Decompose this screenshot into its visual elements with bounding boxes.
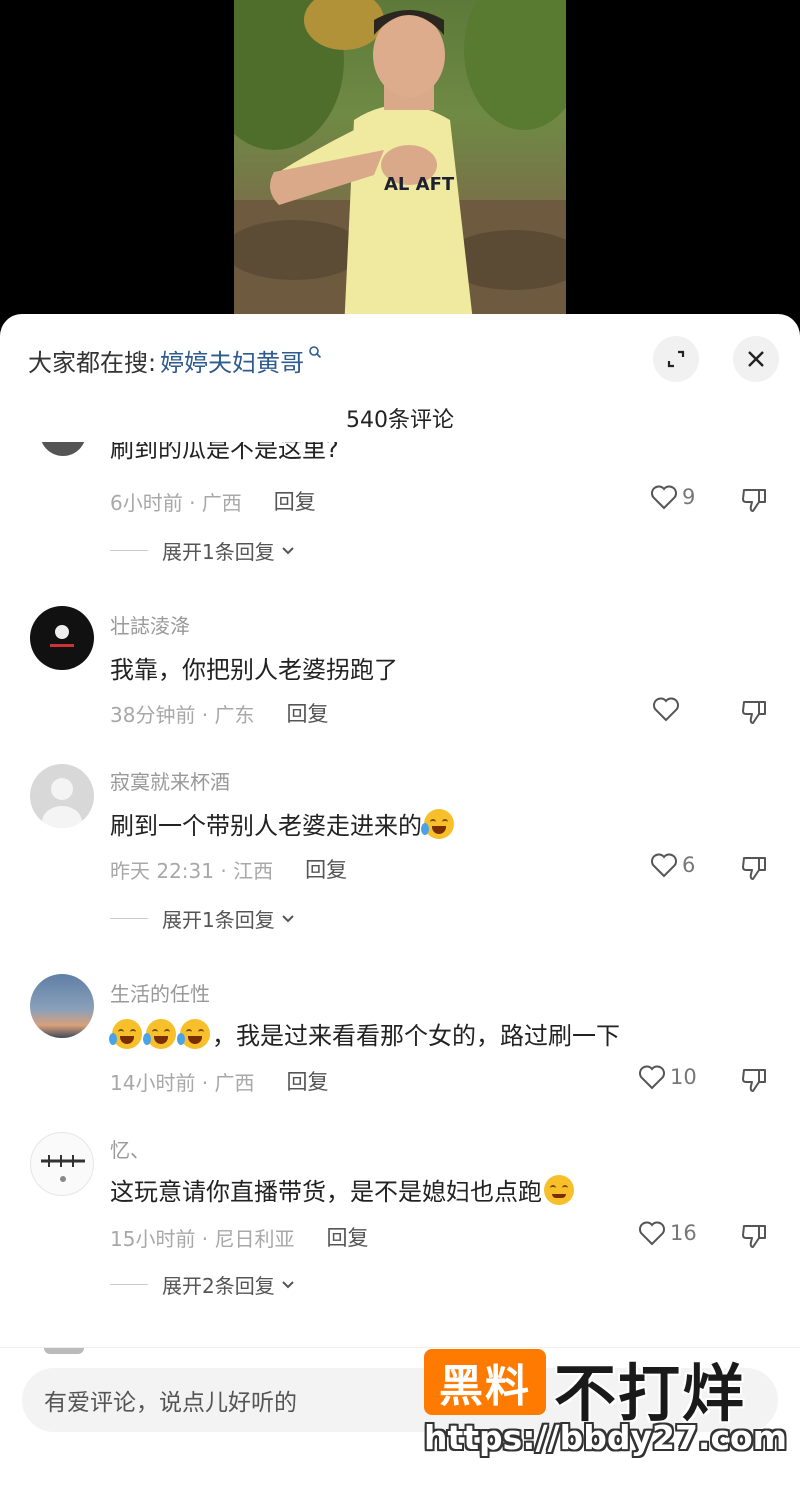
avatar[interactable] xyxy=(40,442,86,460)
like-button[interactable]: 6 xyxy=(650,852,695,878)
video-player[interactable]: AL AFT xyxy=(0,0,800,330)
comment-text: 这玩意请你直播带货，是不是媳妇也点跑 xyxy=(110,1172,576,1207)
expand-replies-button[interactable]: 展开1条回复 xyxy=(110,536,295,565)
laughing-crying-emoji xyxy=(143,1018,176,1049)
laughing-crying-emoji xyxy=(109,1018,142,1049)
laughing-crying-emoji xyxy=(421,808,454,839)
reply-button[interactable]: 回复 xyxy=(287,1066,329,1096)
video-scene: AL AFT xyxy=(234,0,566,330)
dislike-button[interactable] xyxy=(740,1066,768,1098)
heart-icon xyxy=(653,697,679,722)
expand-replies-button[interactable]: 展开1条回复 xyxy=(110,904,295,933)
comment-username[interactable]: 壮誌淩洚 xyxy=(110,610,190,639)
like-button[interactable]: 16 xyxy=(638,1220,697,1246)
heart-icon xyxy=(651,485,677,510)
laughing-crying-emoji xyxy=(177,1018,210,1049)
comment-count: 540条评论 xyxy=(346,408,454,433)
comment-meta: 15小时前 · 尼日利亚 回复 xyxy=(110,1222,369,1252)
like-count: 16 xyxy=(670,1221,697,1245)
expand-replies-label: 展开1条回复 xyxy=(162,908,275,932)
comment-time-location: 15小时前 · 尼日利亚 xyxy=(110,1226,295,1251)
avatar[interactable] xyxy=(30,764,94,828)
comment-time-location: 昨天 22:31 · 江西 xyxy=(110,858,274,883)
expand-button[interactable] xyxy=(653,336,699,382)
thumbs-down-icon xyxy=(742,1225,766,1248)
heart-icon xyxy=(639,1065,665,1090)
comment-text-body: ，我是过来看看那个女的，路过刷一下 xyxy=(212,1022,620,1050)
comment-username[interactable]: 生活的任性 xyxy=(110,978,210,1007)
svg-text:AL AFT: AL AFT xyxy=(384,174,455,195)
chevron-down-icon xyxy=(282,914,294,922)
comment-time-location: 38分钟前 · 广东 xyxy=(110,702,255,727)
like-button[interactable]: 9 xyxy=(650,484,695,510)
watermark-url: https://bbdy27.com xyxy=(424,1418,788,1457)
comment-time-location: 6小时前 · 广西 xyxy=(110,490,242,515)
watermark-logo: 黑料 xyxy=(424,1349,546,1415)
dislike-button[interactable] xyxy=(740,486,768,518)
chevron-down-icon xyxy=(282,1280,294,1288)
trending-search[interactable]: 大家都在搜: 婷婷夫妇黄哥 xyxy=(28,342,322,378)
thumbs-down-icon xyxy=(742,857,766,880)
video-frame: AL AFT xyxy=(234,0,566,330)
comment-text: ，我是过来看看那个女的，路过刷一下 xyxy=(109,1016,620,1051)
avatar[interactable] xyxy=(30,974,94,1038)
divider xyxy=(110,1284,148,1285)
dislike-button[interactable] xyxy=(740,1222,768,1254)
heart-icon xyxy=(651,853,677,878)
dislike-button[interactable] xyxy=(740,698,768,730)
comment-time-location: 14小时前 · 广西 xyxy=(110,1070,255,1095)
like-count: 9 xyxy=(682,485,696,509)
comment-input-placeholder: 有爱评论，说点儿好听的 xyxy=(44,1390,297,1416)
reply-button[interactable]: 回复 xyxy=(287,698,329,728)
reply-button[interactable]: 回复 xyxy=(274,486,316,516)
comment-username[interactable]: 忆、 xyxy=(110,1134,150,1163)
like-button[interactable] xyxy=(652,696,684,722)
thumbs-down-icon xyxy=(742,489,766,512)
expand-replies-label: 展开1条回复 xyxy=(162,540,275,564)
comment-text: 刷到一个带别人老婆走进来的 xyxy=(110,806,456,841)
search-prefix: 大家都在搜: xyxy=(28,348,157,377)
search-icon xyxy=(308,344,322,363)
close-icon xyxy=(748,351,764,367)
comment-username[interactable]: 寂寞就来杯酒 xyxy=(110,766,230,795)
avatar[interactable] xyxy=(30,1132,94,1196)
dislike-button[interactable] xyxy=(740,854,768,886)
smirk-emoji xyxy=(544,1174,574,1205)
like-count: 10 xyxy=(670,1065,697,1089)
avatar xyxy=(44,1348,84,1354)
reply-button[interactable]: 回复 xyxy=(327,1222,369,1252)
chevron-down-icon xyxy=(282,546,294,554)
comment-text: 我靠，你把别人老婆拐跑了 xyxy=(110,656,398,684)
divider xyxy=(110,918,148,919)
comment-text: 刷到的瓜是不是这里? xyxy=(110,442,339,463)
thumbs-down-icon xyxy=(742,701,766,724)
like-button[interactable]: 10 xyxy=(638,1064,697,1090)
expand-icon xyxy=(667,350,685,368)
thumbs-down-icon xyxy=(742,1069,766,1092)
search-term-link[interactable]: 婷婷夫妇黄哥 xyxy=(160,343,304,378)
comment-sheet: 大家都在搜: 婷婷夫妇黄哥 540条评论 刷到的瓜是不是这里? 6小时前 · 广… xyxy=(0,314,800,1497)
comment-meta: 6小时前 · 广西 回复 xyxy=(110,486,316,516)
comment-meta: 14小时前 · 广西 回复 xyxy=(110,1066,329,1096)
comment-meta: 昨天 22:31 · 江西 回复 xyxy=(110,854,347,884)
heart-icon xyxy=(639,1221,665,1246)
expand-replies-label: 展开2条回复 xyxy=(162,1274,275,1298)
avatar[interactable] xyxy=(30,606,94,670)
divider xyxy=(110,550,148,551)
reply-button[interactable]: 回复 xyxy=(305,854,347,884)
close-button[interactable] xyxy=(733,336,779,382)
comment-meta: 38分钟前 · 广东 回复 xyxy=(110,698,329,728)
like-count: 6 xyxy=(682,853,696,877)
comment-text-body: 刷到一个带别人老婆走进来的 xyxy=(110,812,422,840)
comment-text-body: 这玩意请你直播带货，是不是媳妇也点跑 xyxy=(110,1178,542,1206)
expand-replies-button[interactable]: 展开2条回复 xyxy=(110,1270,295,1299)
